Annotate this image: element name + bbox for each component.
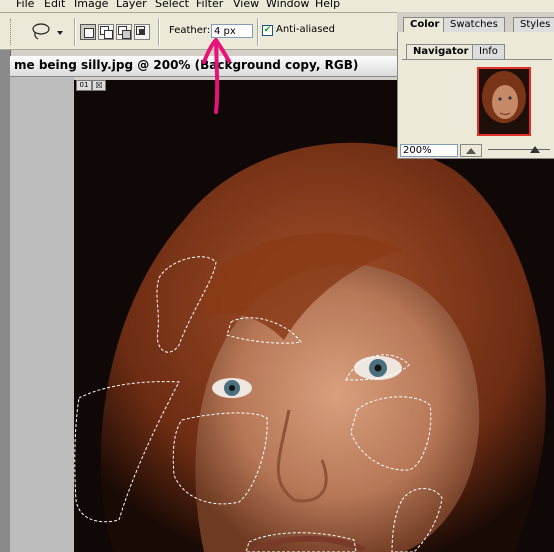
- channel-badge: 01: [76, 80, 92, 91]
- tab-styles[interactable]: Styles: [513, 17, 554, 32]
- intersect-selection-button[interactable]: [134, 24, 150, 40]
- zoom-slider[interactable]: [488, 149, 550, 150]
- navigator-zoom-field[interactable]: 200%: [400, 144, 458, 157]
- tab-navigator[interactable]: Navigator: [406, 44, 476, 59]
- close-badge-icon[interactable]: ☒: [92, 80, 106, 91]
- navigator-thumbnail[interactable]: [477, 67, 531, 136]
- add-to-selection-button[interactable]: [98, 24, 114, 40]
- lasso-icon: [32, 23, 63, 40]
- separator: [74, 18, 76, 46]
- new-selection-button[interactable]: [80, 24, 96, 40]
- annotation-arrow: [202, 38, 231, 114]
- color-palette-header: Color Swatches Styles: [397, 12, 554, 32]
- zoom-out-button[interactable]: [460, 144, 482, 157]
- photo-right-pupil: [374, 364, 382, 372]
- menu-select[interactable]: Select: [155, 0, 189, 10]
- menu-filter[interactable]: Filter: [196, 0, 223, 10]
- tab-swatches[interactable]: Swatches: [443, 17, 505, 32]
- document-title: me being silly.jpg @ 200% (Background co…: [14, 58, 359, 72]
- navigator-preview-image: [479, 69, 529, 134]
- menu-help[interactable]: Help: [315, 0, 340, 10]
- menu-window[interactable]: Window: [266, 0, 309, 10]
- separator: [257, 18, 259, 46]
- options-grip[interactable]: [10, 19, 14, 45]
- menu-view[interactable]: View: [233, 0, 259, 10]
- antialias-checkbox[interactable]: ✔: [262, 25, 273, 36]
- tab-info[interactable]: Info: [472, 44, 505, 59]
- tab-divider: [402, 59, 552, 60]
- menu-layer[interactable]: Layer: [116, 0, 147, 10]
- tab-color[interactable]: Color: [403, 17, 447, 32]
- document-pasteboard: [10, 77, 74, 552]
- menu-edit[interactable]: Edit: [44, 0, 65, 10]
- annotation-arrow-shaft: [214, 40, 220, 114]
- separator: [158, 18, 160, 46]
- antialias-label: Anti-aliased: [276, 24, 336, 35]
- subtract-from-selection-button[interactable]: [116, 24, 132, 40]
- mountain-small-icon: [466, 148, 476, 154]
- photo-left-pupil: [229, 385, 235, 391]
- menu-image[interactable]: Image: [74, 0, 108, 10]
- tool-preset-picker[interactable]: [28, 21, 66, 43]
- zoom-slider-thumb[interactable]: [530, 146, 540, 153]
- menu-file[interactable]: File: [16, 0, 34, 10]
